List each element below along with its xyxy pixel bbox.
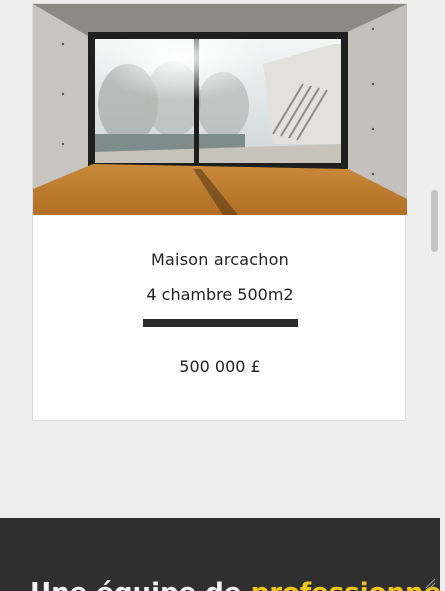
footer-section: Une équipe de professionnels: [0, 518, 440, 591]
property-photo[interactable]: [33, 4, 407, 215]
property-price: 500 000 £: [179, 357, 261, 376]
house-interior-image: [33, 4, 407, 215]
footer-heading-text: Une équipe de: [30, 578, 251, 591]
footer-heading: Une équipe de professionnels: [30, 578, 440, 591]
resize-grip-icon[interactable]: [424, 577, 436, 589]
property-card[interactable]: Maison arcachon 4 chambre 500m2 500 000 …: [32, 3, 407, 421]
scrollbar-thumb[interactable]: [431, 190, 438, 252]
property-title[interactable]: Maison arcachon: [33, 250, 407, 269]
property-details: 4 chambre 500m2: [146, 285, 294, 304]
divider: [143, 319, 298, 327]
footer-heading-accent: professionnels: [251, 578, 440, 591]
